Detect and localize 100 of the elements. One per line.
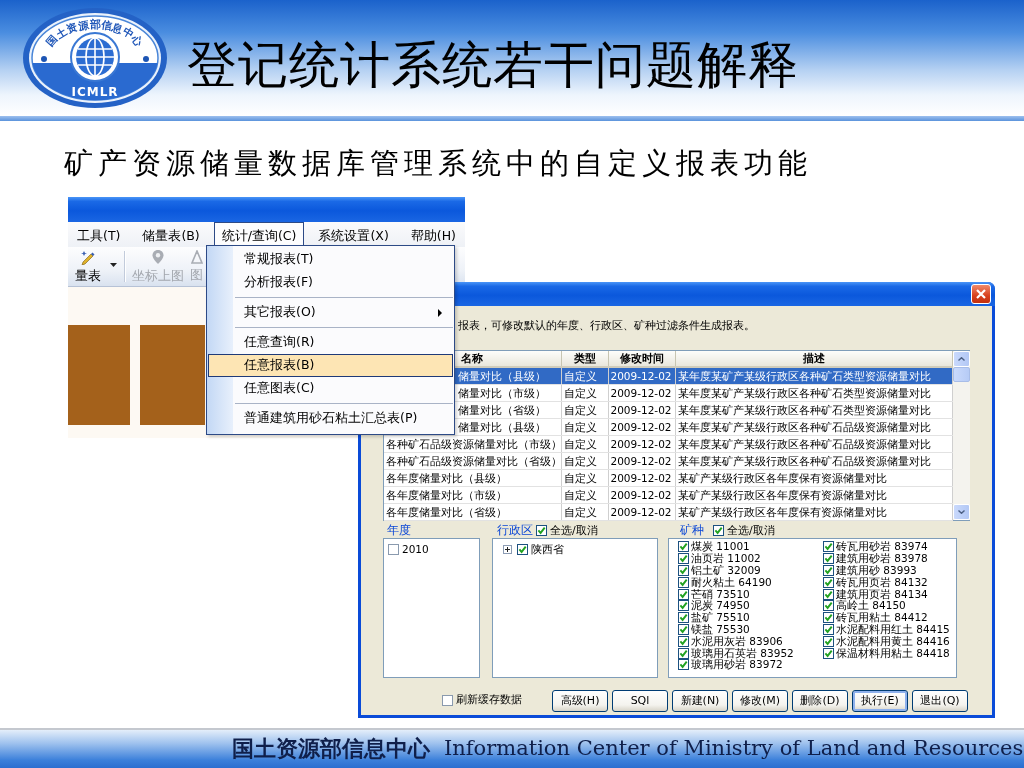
dialog-button[interactable]: 删除(D) bbox=[792, 689, 848, 712]
mineral-label: 芒硝 73510 bbox=[691, 588, 750, 600]
column-header[interactable]: 类型 bbox=[561, 351, 608, 367]
checkbox[interactable] bbox=[536, 525, 547, 536]
dialog-button[interactable]: 退出(Q) bbox=[912, 689, 968, 712]
mineral-label: 玻璃用石英岩 83952 bbox=[691, 647, 794, 659]
menu-item[interactable]: 统计/查询(C) bbox=[213, 222, 305, 247]
mineral-label: 水泥配料用红土 84415 bbox=[836, 623, 950, 635]
table-cell-text: 各年度储量对比（市级） bbox=[386, 488, 507, 503]
table-cell-text: 2009-12-02 bbox=[610, 403, 672, 418]
checkbox[interactable] bbox=[823, 600, 834, 612]
table-cell-text: 自定义 bbox=[563, 505, 597, 520]
table-cell-text: 各年度储量对比（县级） bbox=[386, 471, 507, 486]
checkbox[interactable] bbox=[678, 588, 689, 600]
table-cell-text: 某矿产某级行政区各年度保有资源储量对比 bbox=[677, 505, 887, 520]
table-cell-text: 某年度某矿产某级行政区各种矿石类型资源储量对比 bbox=[677, 369, 931, 384]
checkbox[interactable] bbox=[517, 543, 528, 555]
menu-item[interactable]: 帮助(H) bbox=[402, 222, 464, 247]
table-cell-text: 某年度某矿产某级行政区各种矿石类型资源储量对比 bbox=[677, 386, 931, 401]
table-cell-text: 2009-12-02 bbox=[610, 505, 672, 520]
mineral-label: 玻璃用砂岩 83972 bbox=[691, 659, 783, 671]
refresh-label: 刷新缓存数据 bbox=[456, 692, 522, 709]
mineral-label: 铝土矿 32009 bbox=[691, 565, 761, 576]
table-cell-text: 自定义 bbox=[563, 403, 597, 418]
checkbox[interactable] bbox=[388, 543, 399, 555]
checkbox[interactable] bbox=[823, 576, 834, 588]
menu-item[interactable]: 工具(T) bbox=[69, 222, 129, 247]
mineral-label: 保温材料用粘土 84418 bbox=[836, 647, 950, 659]
menu-item[interactable]: 任意报表(B) bbox=[208, 354, 453, 377]
pin-icon bbox=[151, 249, 165, 266]
checkbox[interactable] bbox=[823, 565, 834, 576]
table-cell-text: 各种矿石品级资源储量对比（市级） bbox=[386, 437, 562, 452]
checkbox[interactable] bbox=[823, 588, 834, 600]
mineral-label: 砖瓦用粘土 84412 bbox=[836, 612, 928, 624]
checkbox[interactable] bbox=[678, 576, 689, 588]
table-cell-text: 储量对比（县级） bbox=[458, 369, 546, 384]
checkbox[interactable] bbox=[678, 553, 689, 565]
table-cell-text: 2009-12-02 bbox=[610, 471, 672, 486]
table-cell-text: 自定义 bbox=[563, 488, 597, 503]
logo-text: 国土资源部信息中心 bbox=[43, 18, 147, 49]
mineral-label: 高岭土 84150 bbox=[836, 600, 906, 612]
expand-icon[interactable] bbox=[503, 544, 512, 554]
checkbox[interactable] bbox=[678, 612, 689, 624]
checkbox[interactable] bbox=[442, 695, 453, 706]
checkbox[interactable] bbox=[678, 623, 689, 635]
dialog-button[interactable]: 高级(H) bbox=[552, 689, 608, 712]
year-label: 2010 bbox=[402, 543, 429, 555]
table-cell-text: 2009-12-02 bbox=[610, 386, 672, 401]
checkbox[interactable] bbox=[823, 541, 834, 553]
checkbox[interactable] bbox=[678, 635, 689, 647]
checkbox[interactable] bbox=[678, 659, 689, 671]
dot-icon bbox=[41, 56, 47, 62]
column-header[interactable]: 描述 bbox=[675, 351, 952, 367]
logo-abbreviation: ICMLR bbox=[71, 85, 119, 99]
checkbox[interactable] bbox=[823, 623, 834, 635]
mineral-label: 水泥用灰岩 83906 bbox=[691, 635, 783, 647]
toolbar-button[interactable]: 量表 bbox=[72, 247, 120, 286]
table-cell-text: 储量对比（省级） bbox=[458, 403, 546, 418]
select-all-label: 全选/取消 bbox=[727, 523, 775, 538]
triangle-icon bbox=[190, 250, 203, 265]
mineral-label: 水泥配料用黄土 84416 bbox=[836, 635, 950, 647]
slide-title: 登记统计系统若干问题解释 bbox=[187, 35, 799, 90]
select-all-label: 全选/取消 bbox=[550, 523, 598, 538]
checkbox[interactable] bbox=[823, 553, 834, 565]
menu-item[interactable]: 分析报表(F) bbox=[208, 271, 453, 294]
tree-item-label: 陕西省 bbox=[531, 543, 564, 555]
pencil-icon bbox=[80, 249, 96, 266]
menu-item[interactable]: 常规报表(T) bbox=[208, 248, 453, 271]
checkbox[interactable] bbox=[678, 565, 689, 576]
checkbox[interactable] bbox=[823, 647, 834, 659]
checkbox[interactable] bbox=[678, 647, 689, 659]
dialog-button[interactable]: 新建(N) bbox=[672, 689, 728, 712]
close-button[interactable] bbox=[971, 284, 991, 304]
footer-org-name: 国土资源部信息中心 bbox=[232, 734, 430, 763]
mineral-label: 砖瓦用页岩 84132 bbox=[836, 576, 928, 588]
dialog-button[interactable]: 执行(E) bbox=[852, 689, 908, 712]
table-cell-text: 自定义 bbox=[563, 420, 597, 435]
checkbox[interactable] bbox=[823, 635, 834, 647]
menu-item[interactable]: 储量表(B) bbox=[134, 222, 208, 247]
menu-item[interactable]: 系统设置(X) bbox=[310, 222, 397, 247]
dialog-button[interactable]: SQl bbox=[612, 689, 668, 712]
column-header[interactable]: 修改时间 bbox=[608, 351, 675, 367]
mineral-label: 盐矿 75510 bbox=[691, 612, 750, 624]
table-cell-text: 2009-12-02 bbox=[610, 369, 672, 384]
menu-item[interactable]: 其它报表(O) bbox=[208, 301, 453, 324]
mineral-label: 建筑用页岩 84134 bbox=[836, 588, 928, 600]
table-cell-text: 储量对比（县级） bbox=[458, 420, 546, 435]
checkbox[interactable] bbox=[678, 541, 689, 553]
table-cell-text: 自定义 bbox=[563, 454, 597, 469]
checkbox[interactable] bbox=[713, 525, 724, 536]
checkbox[interactable] bbox=[823, 612, 834, 624]
mineral-label: 镁盐 75530 bbox=[691, 623, 750, 635]
dot-icon bbox=[143, 56, 149, 62]
menu-item[interactable]: 任意查询(R) bbox=[208, 331, 453, 354]
table-cell-text: 某年度某矿产某级行政区各种矿石类型资源储量对比 bbox=[677, 403, 931, 418]
table-cell-text: 各种矿石品级资源储量对比（省级） bbox=[386, 454, 562, 469]
mineral-label: 泥炭 74950 bbox=[691, 600, 750, 612]
dialog-button[interactable]: 修改(M) bbox=[732, 689, 788, 712]
checkbox[interactable] bbox=[678, 600, 689, 612]
table-cell-text: 各年度储量对比（省级） bbox=[386, 505, 507, 520]
